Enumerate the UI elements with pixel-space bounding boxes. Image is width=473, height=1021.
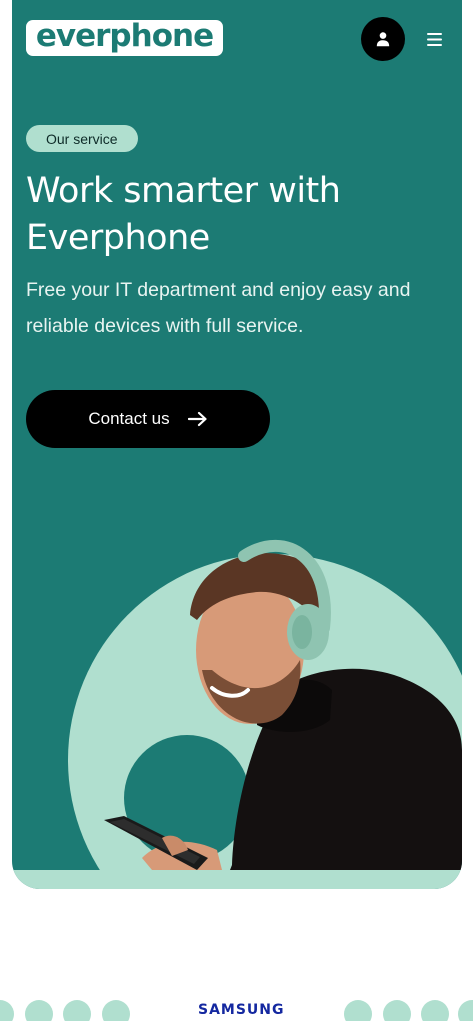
contact-us-button[interactable]: Contact us (26, 390, 270, 448)
carousel-dot (383, 1000, 411, 1021)
hero-subtitle: Free your IT department and enjoy easy a… (26, 272, 446, 344)
logo-text: everphone (35, 18, 214, 54)
hero-illustration (12, 540, 462, 889)
contact-us-label: Contact us (88, 409, 170, 428)
menu-button[interactable] (424, 28, 444, 50)
user-icon (376, 32, 390, 47)
account-button[interactable] (361, 17, 405, 61)
carousel-dot (0, 1000, 14, 1021)
carousel-dot (63, 1000, 91, 1021)
service-badge-label: Our service (46, 130, 118, 147)
hamburger-menu-icon (426, 32, 442, 46)
everphone-logo[interactable]: everphone (26, 20, 223, 56)
samsung-logo: SAMSUNG (198, 1002, 285, 1018)
carousel-dot (458, 1000, 473, 1021)
carousel-dot (421, 1000, 449, 1021)
hero-title-line-1: Work smarter with (26, 171, 341, 211)
carousel-dot (25, 1000, 53, 1021)
hero-title-line-2: Everphone (26, 218, 210, 258)
carousel-dot (344, 1000, 372, 1021)
hero-section: everphone Our service Work smarter with … (12, 0, 462, 889)
hero-title: Work smarter with Everphone (26, 168, 456, 262)
page: everphone Our service Work smarter with … (0, 0, 473, 1021)
carousel-dot (102, 1000, 130, 1021)
service-badge: Our service (26, 125, 138, 152)
arrow-right-icon (187, 411, 207, 427)
hero-subtitle-line-1: Free your IT department and enjoy easy a… (26, 279, 411, 301)
hero-subtitle-line-2: reliable devices with full service. (26, 315, 304, 337)
